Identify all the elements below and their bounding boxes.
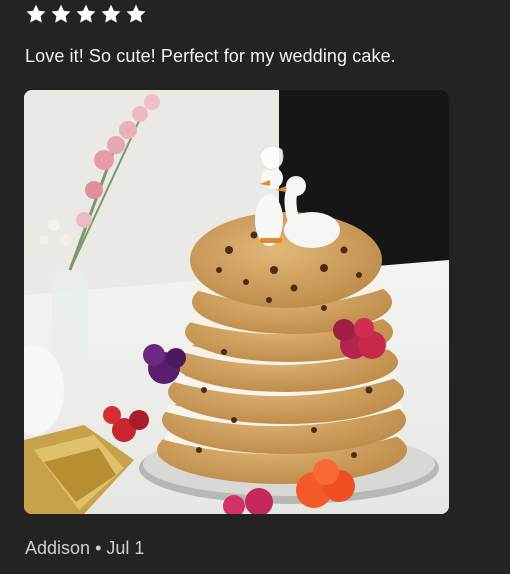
star-icon <box>101 4 121 23</box>
star-icon <box>51 4 71 23</box>
review-text: Love it! So cute! Perfect for my wedding… <box>25 46 396 66</box>
review-photo[interactable] <box>24 90 449 514</box>
meta-separator: • <box>95 538 102 558</box>
star-icon <box>26 4 46 23</box>
star-icon <box>126 4 146 23</box>
star-icon <box>76 4 96 23</box>
review-meta: Addison • Jul 1 <box>25 537 144 559</box>
review-date: Jul 1 <box>106 538 145 558</box>
review-card: Love it! So cute! Perfect for my wedding… <box>0 0 510 574</box>
reviewer-name[interactable]: Addison <box>25 538 90 558</box>
star-rating <box>25 3 147 25</box>
